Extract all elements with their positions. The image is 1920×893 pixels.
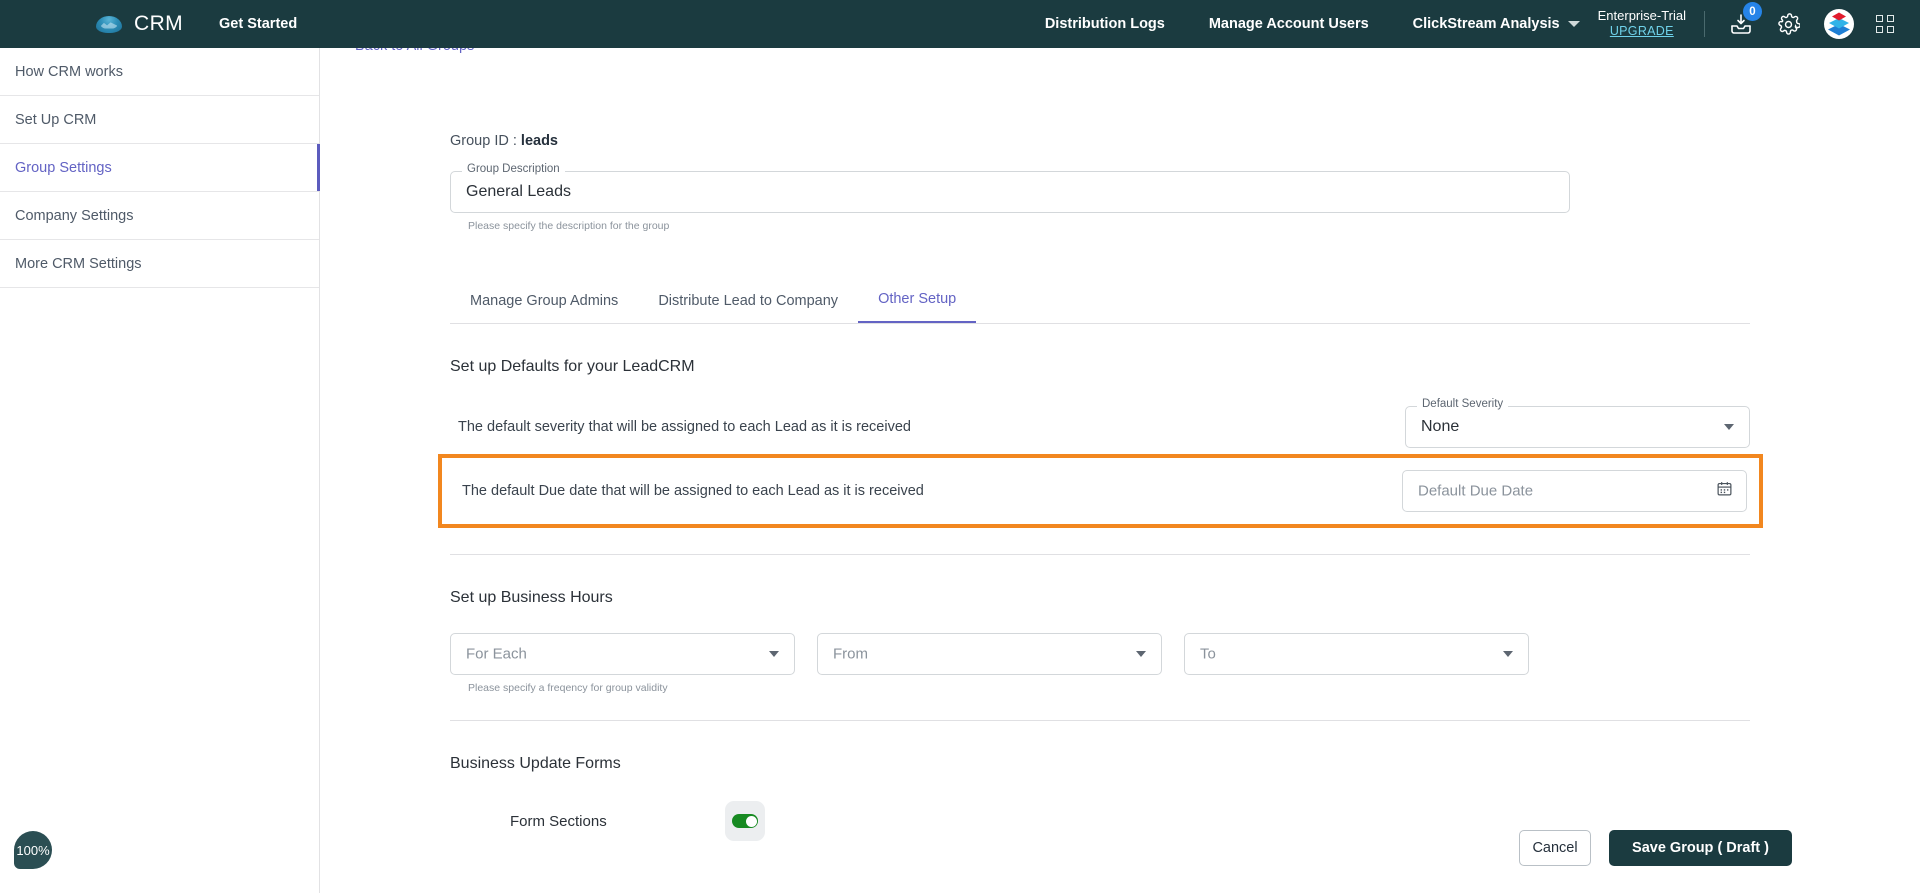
nav-distribution-logs[interactable]: Distribution Logs	[1045, 16, 1165, 32]
nav-manage-account-users[interactable]: Manage Account Users	[1209, 16, 1369, 32]
footer-actions: Cancel Save Group ( Draft )	[1519, 830, 1792, 866]
form-sections-toggle[interactable]	[725, 801, 765, 841]
toggle-switch-on	[732, 814, 758, 828]
section-divider-forms	[450, 720, 1750, 721]
sidebar-item-more-crm-settings[interactable]: More CRM Settings	[0, 240, 319, 288]
to-placeholder: To	[1200, 645, 1216, 663]
sidebar-item-label: Set Up CRM	[15, 111, 97, 128]
business-hours-helper: Please specify a freqency for group vali…	[468, 682, 668, 694]
sidebar-item-label: How CRM works	[15, 63, 123, 80]
defaults-section-title: Set up Defaults for your LeadCRM	[450, 358, 695, 375]
default-severity-label: The default severity that will be assign…	[458, 419, 911, 435]
brand-name: CRM	[134, 12, 184, 35]
tab-bar: Manage Group Admins Distribute Lead to C…	[450, 278, 1750, 324]
inbox-download-icon[interactable]: 0	[1729, 2, 1762, 36]
plan-name: Enterprise-Trial	[1597, 8, 1686, 24]
default-severity-value: None	[1421, 418, 1460, 435]
sidebar-item-label: Group Settings	[15, 159, 112, 176]
from-select[interactable]: From	[817, 633, 1162, 675]
to-select[interactable]: To	[1184, 633, 1529, 675]
sidebar-item-label: More CRM Settings	[15, 255, 142, 272]
chevron-down-icon[interactable]	[1567, 21, 1580, 27]
sidebar-item-set-up-crm[interactable]: Set Up CRM	[0, 96, 319, 144]
gear-icon[interactable]	[1777, 12, 1800, 36]
back-to-all-groups-link[interactable]: Back to All Groups	[355, 48, 474, 54]
calendar-icon[interactable]	[1716, 480, 1733, 502]
app-logo-icon[interactable]	[1824, 9, 1854, 39]
sidebar-item-how-crm-works[interactable]: How CRM works	[0, 48, 319, 96]
default-severity-select[interactable]: Default Severity None	[1405, 398, 1750, 448]
brand[interactable]: CRM	[96, 12, 183, 36]
sidebar-item-group-settings[interactable]: Group Settings	[0, 144, 320, 192]
crm-cloud-logo-icon	[96, 15, 122, 33]
default-due-date-highlight: The default Due date that will be assign…	[438, 454, 1763, 528]
top-nav: Distribution Logs Manage Account Users C…	[1045, 2, 1920, 40]
tab-manage-group-admins[interactable]: Manage Group Admins	[450, 293, 638, 323]
default-severity-legend: Default Severity	[1417, 398, 1509, 411]
chevron-down-icon[interactable]	[1136, 651, 1146, 657]
from-placeholder: From	[833, 645, 868, 663]
sidebar: How CRM works Set Up CRM Group Settings …	[0, 48, 320, 893]
header-divider	[1704, 11, 1705, 37]
form-sections-label: Form Sections	[510, 812, 607, 830]
group-description-legend: Group Description	[462, 163, 565, 176]
business-update-forms-title: Business Update Forms	[450, 755, 621, 772]
inbox-badge-count: 0	[1743, 2, 1762, 21]
top-header: CRM Get Started Distribution Logs Manage…	[0, 0, 1920, 48]
sidebar-item-company-settings[interactable]: Company Settings	[0, 192, 319, 240]
section-divider-hours	[450, 554, 1750, 555]
plan-block: Enterprise-Trial UPGRADE	[1598, 8, 1686, 40]
tab-other-setup[interactable]: Other Setup	[858, 291, 977, 323]
for-each-placeholder: For Each	[466, 645, 527, 663]
for-each-select[interactable]: For Each	[450, 633, 795, 675]
default-due-date-placeholder: Default Due Date	[1418, 482, 1534, 500]
group-id-label: Group ID :	[450, 133, 517, 149]
group-description-field[interactable]: Group Description General Leads	[450, 163, 1570, 213]
get-started-link[interactable]: Get Started	[219, 16, 297, 32]
cancel-button[interactable]: Cancel	[1519, 830, 1592, 866]
business-hours-title: Set up Business Hours	[450, 589, 613, 606]
default-due-date-input[interactable]: Default Due Date	[1402, 470, 1747, 512]
chevron-down-icon[interactable]	[769, 651, 779, 657]
group-description-value: General Leads	[466, 183, 571, 200]
group-id: Group ID : leads	[450, 133, 1750, 149]
default-severity-row: The default severity that will be assign…	[450, 398, 1750, 448]
group-settings-panel: Group ID : leads Group Description Gener…	[438, 133, 1763, 841]
group-description-helper: Please specify the description for the g…	[468, 220, 670, 232]
business-hours-row: For Each From To	[450, 633, 1750, 675]
zoom-level-indicator[interactable]: 100%	[14, 831, 52, 869]
chevron-down-icon[interactable]	[1724, 424, 1734, 430]
main-content: Back to All Groups Group ID : leads Grou…	[320, 48, 1920, 893]
chevron-down-icon[interactable]	[1503, 651, 1513, 657]
nav-clickstream-analysis[interactable]: ClickStream Analysis	[1413, 16, 1560, 32]
tab-distribute-lead-to-company[interactable]: Distribute Lead to Company	[638, 293, 858, 323]
apps-grid-icon[interactable]	[1876, 15, 1894, 33]
group-id-value: leads	[520, 133, 559, 149]
default-due-date-label: The default Due date that will be assign…	[462, 483, 924, 499]
sidebar-item-label: Company Settings	[15, 207, 134, 224]
upgrade-link[interactable]: UPGRADE	[1610, 24, 1674, 40]
save-group-draft-button[interactable]: Save Group ( Draft )	[1609, 830, 1792, 866]
